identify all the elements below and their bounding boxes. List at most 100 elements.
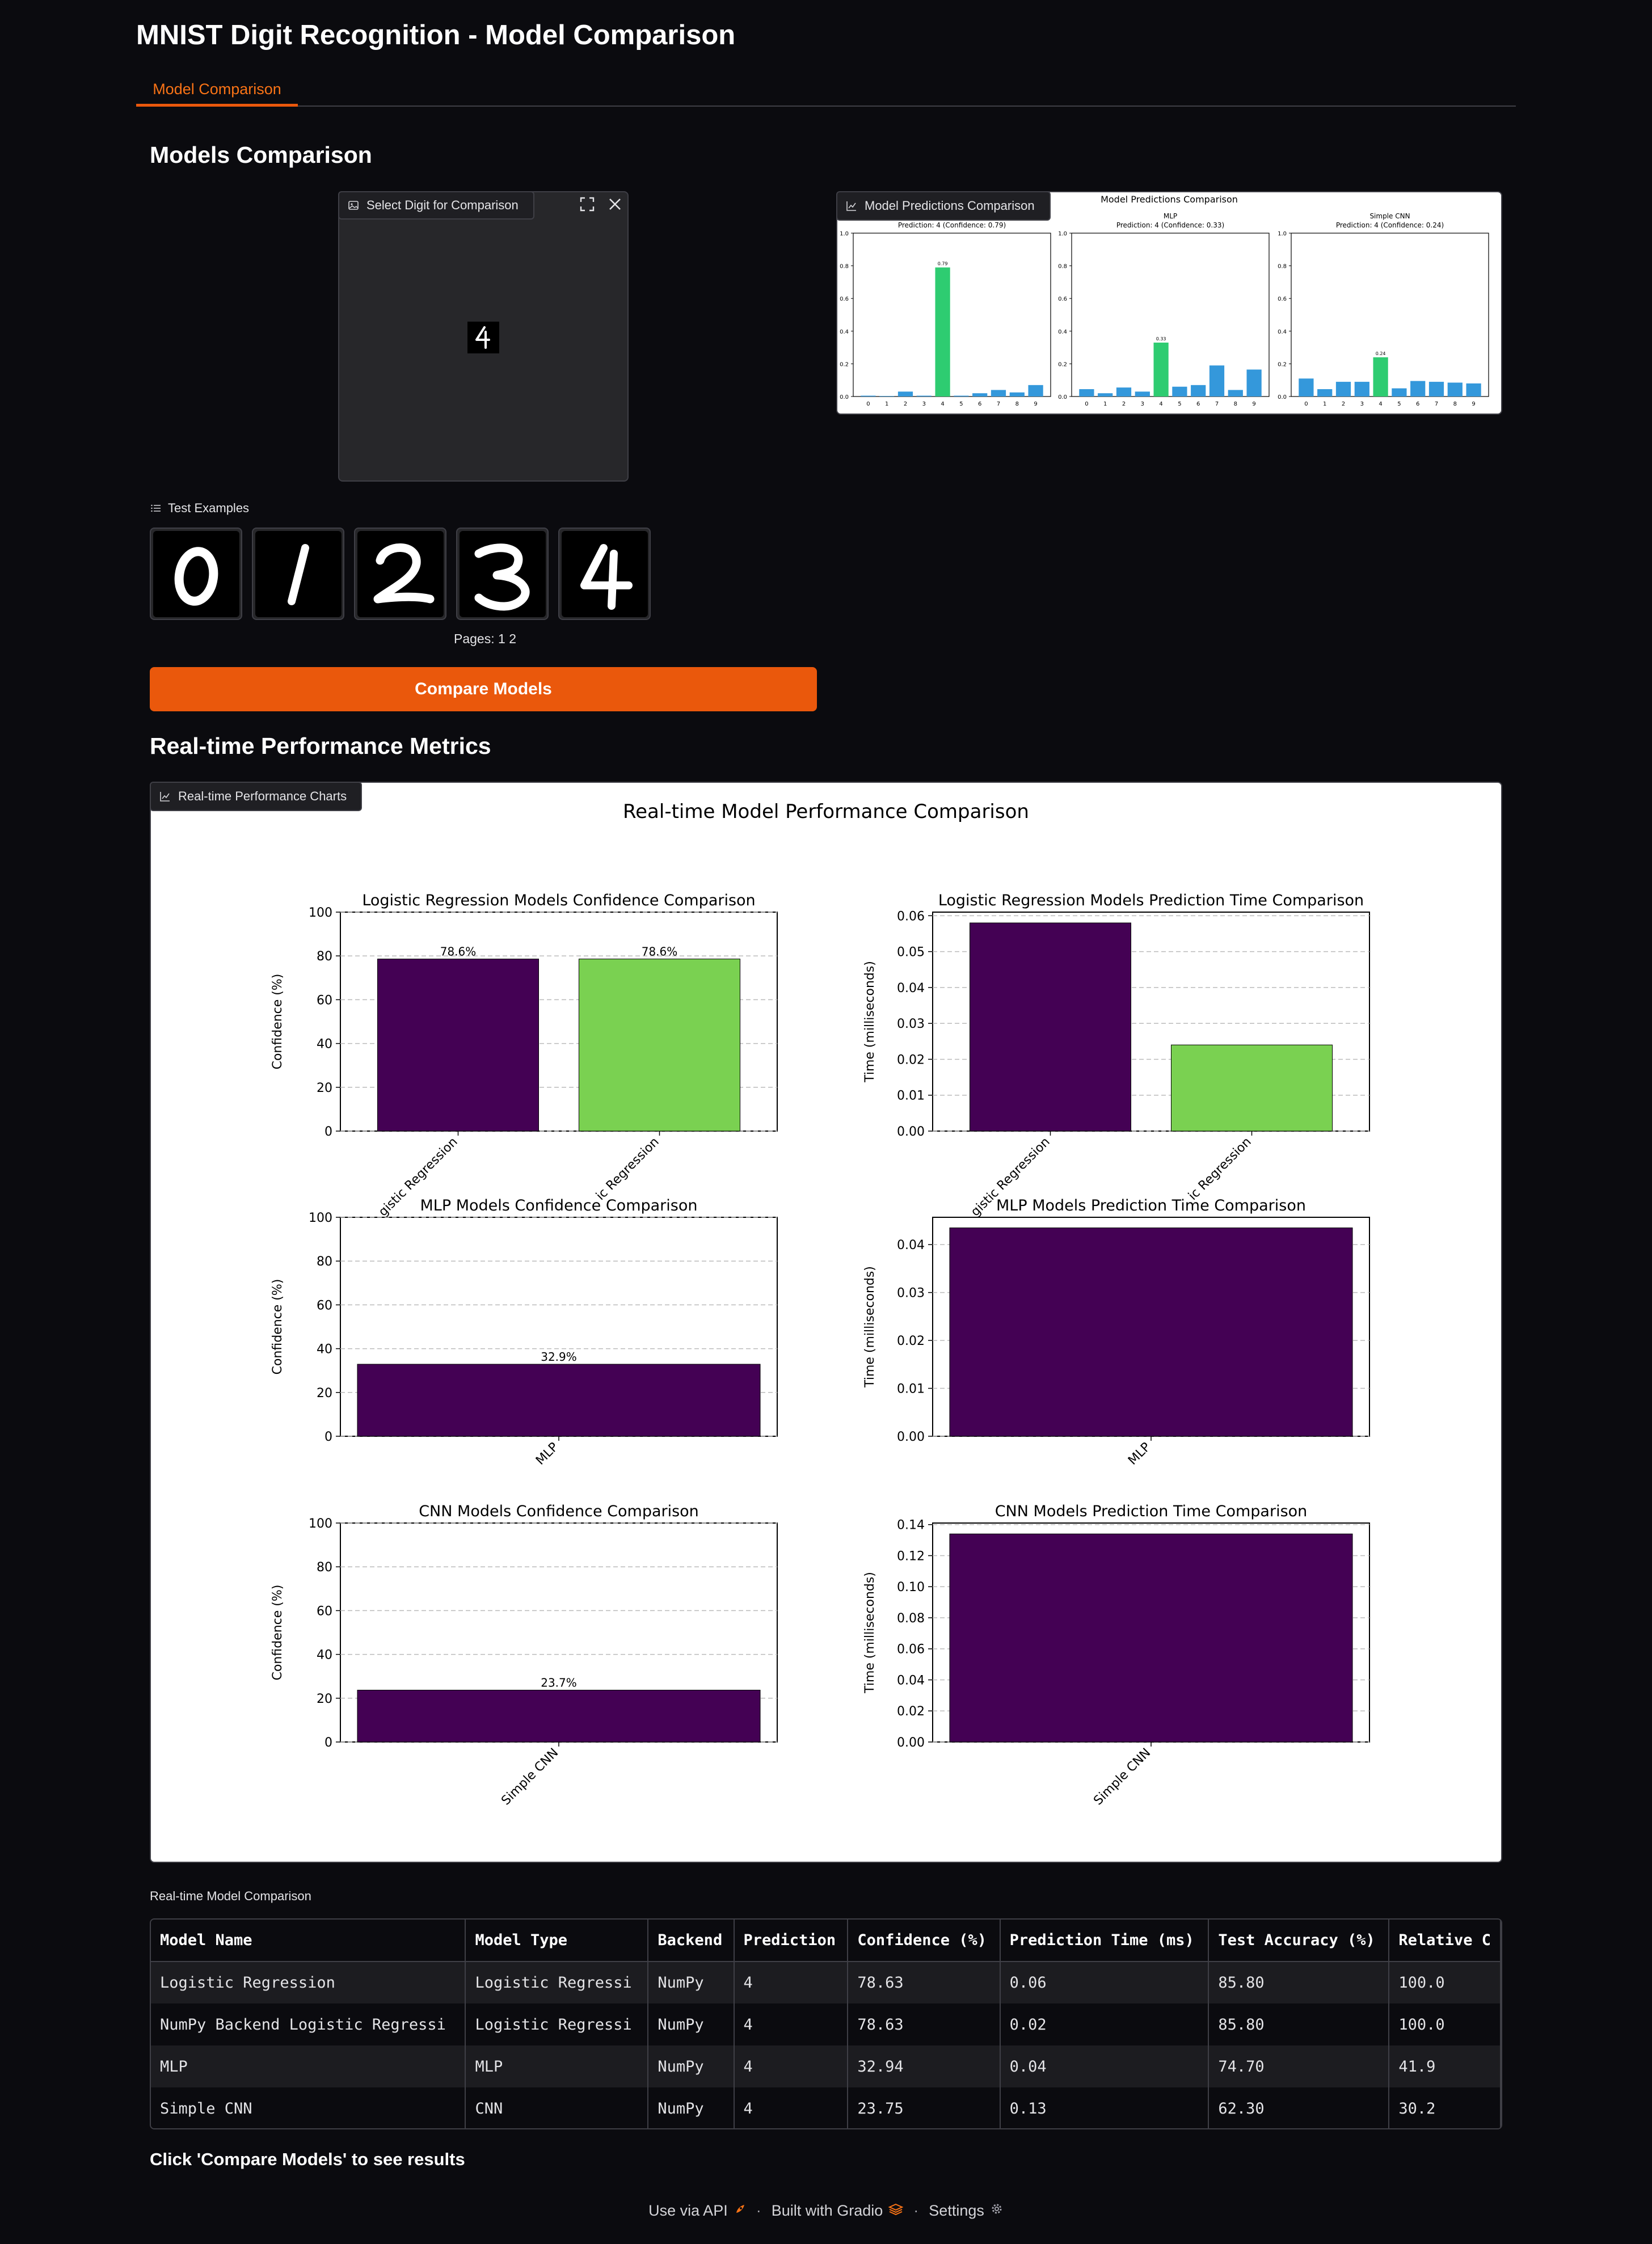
prob-bar: [1098, 393, 1113, 397]
table-cell[interactable]: MLP: [465, 2045, 649, 2087]
table-cell[interactable]: 4: [734, 1962, 849, 2003]
table-cell[interactable]: 41.9: [1389, 2045, 1501, 2087]
page-2-link[interactable]: 2: [509, 631, 516, 646]
rocket-icon: [734, 2202, 746, 2220]
example-thumb-2[interactable]: [354, 528, 446, 620]
y-tick-label: 100: [309, 1517, 332, 1531]
table-cell[interactable]: NumPy: [648, 2003, 735, 2045]
table-cell[interactable]: MLP: [151, 2045, 466, 2087]
y-tick-label: 80: [317, 1560, 332, 1575]
footer-separator: ·: [756, 2202, 761, 2219]
example-thumb-1[interactable]: [252, 528, 344, 620]
example-thumb-3[interactable]: [456, 528, 549, 620]
table-cell[interactable]: 78.63: [848, 2003, 1001, 2045]
table-header-cell[interactable]: Confidence (%): [848, 1920, 1001, 1962]
table-cell[interactable]: Logistic Regressi: [465, 1962, 649, 2003]
table-header-cell[interactable]: Relative C: [1389, 1920, 1501, 1962]
table-cell[interactable]: NumPy: [648, 2087, 735, 2128]
table-cell[interactable]: NumPy: [648, 2045, 735, 2087]
example-thumb-0[interactable]: [150, 528, 242, 620]
table-cell[interactable]: 78.63: [848, 1962, 1001, 2003]
y-axis-label: Confidence (%): [271, 1279, 285, 1375]
bar-value-label: 78.6%: [642, 945, 678, 959]
prob-bar: [1116, 387, 1132, 397]
table-cell[interactable]: 85.80: [1208, 1962, 1390, 2003]
pages-label: Pages:: [454, 631, 495, 646]
panel-subtitle: Prediction: 4 (Confidence: 0.79): [898, 221, 1006, 229]
table-cell[interactable]: 100.0: [1389, 2003, 1501, 2045]
table-header-cell[interactable]: Prediction Time (ms): [1000, 1920, 1210, 1962]
y-tick-label: 0.6: [1058, 296, 1067, 302]
compare-models-button[interactable]: Compare Models: [150, 667, 817, 711]
table-cell[interactable]: Simple CNN: [151, 2087, 466, 2128]
y-axis-label: Confidence (%): [271, 1585, 285, 1681]
table-cell[interactable]: 4: [734, 2045, 849, 2087]
table-header-cell[interactable]: Model Name: [151, 1920, 466, 1962]
digit-input-panel[interactable]: [338, 191, 629, 482]
x-tick-label: 1: [885, 401, 888, 407]
table-cell[interactable]: 62.30: [1208, 2087, 1390, 2128]
page-1-link[interactable]: 1: [498, 631, 505, 646]
prob-bar: [1191, 385, 1206, 397]
table-cell[interactable]: CNN: [465, 2087, 649, 2128]
bar-value-label: 23.7%: [541, 1676, 577, 1690]
y-tick-label: 100: [309, 1211, 332, 1225]
y-tick-label: 0.06: [897, 909, 925, 923]
table-cell[interactable]: 23.75: [848, 2087, 1001, 2128]
table-cell[interactable]: 30.2: [1389, 2087, 1501, 2128]
table-header-cell[interactable]: Backend: [648, 1920, 735, 1962]
table-cell[interactable]: 100.0: [1389, 1962, 1501, 2003]
y-tick-label: 0.04: [897, 1673, 925, 1688]
table-cell[interactable]: 0.02: [1000, 2003, 1210, 2045]
realtime-metrics-heading: Real-time Performance Metrics: [150, 733, 491, 759]
table-cell[interactable]: NumPy Backend Logistic Regressi: [151, 2003, 466, 2045]
predictions-plot-label-text: Model Predictions Comparison: [865, 199, 1035, 213]
y-tick-label: 0.2: [1278, 361, 1287, 368]
settings-link[interactable]: Settings: [929, 2202, 1004, 2220]
example-thumb-4[interactable]: [558, 528, 651, 620]
table-cell[interactable]: Logistic Regressi: [465, 2003, 649, 2045]
built-with-gradio-label: Built with Gradio: [771, 2202, 883, 2219]
table-cell[interactable]: 0.13: [1000, 2087, 1210, 2128]
panel-title: Logistic Regression Models Confidence Co…: [362, 892, 755, 909]
table-cell[interactable]: 4: [734, 2003, 849, 2045]
prob-bar: [1335, 382, 1351, 397]
prob-bar: [1172, 386, 1187, 397]
table-cell[interactable]: 32.94: [848, 2045, 1001, 2087]
table-cell[interactable]: NumPy: [648, 1962, 735, 2003]
table-header-cell[interactable]: Model Type: [465, 1920, 649, 1962]
chart-icon: [845, 200, 858, 212]
x-tick-label: 5: [1397, 401, 1401, 407]
digit-canvas[interactable]: [467, 322, 499, 353]
table-cell[interactable]: Logistic Regression: [151, 1962, 466, 2003]
y-tick-label: 0: [324, 1736, 332, 1750]
y-axis-label: Time (milliseconds): [863, 1266, 877, 1388]
x-tick-label: 0: [866, 401, 870, 407]
prob-bar: [1209, 365, 1225, 397]
table-cell[interactable]: 0.06: [1000, 1962, 1210, 2003]
x-tick-label: Simple CNN: [499, 1746, 561, 1808]
y-tick-label: 0.2: [840, 361, 849, 368]
use-via-api-link[interactable]: Use via API: [648, 2202, 746, 2220]
table-cell[interactable]: 0.04: [1000, 2045, 1210, 2087]
y-tick-label: 0: [324, 1125, 332, 1139]
y-tick-label: 0.4: [1058, 329, 1067, 335]
settings-label: Settings: [929, 2202, 984, 2219]
prob-bar: [991, 390, 1006, 397]
panel-subtitle: Prediction: 4 (Confidence: 0.24): [1336, 221, 1444, 229]
table-header-cell[interactable]: Prediction: [734, 1920, 849, 1962]
metric-bar: [357, 1364, 761, 1437]
tab-model-comparison[interactable]: Model Comparison: [136, 75, 298, 107]
built-with-gradio-link[interactable]: Built with Gradio: [772, 2202, 904, 2220]
x-tick-label: 4: [1159, 401, 1162, 407]
table-cell[interactable]: 74.70: [1208, 2045, 1390, 2087]
table-cell[interactable]: 4: [734, 2087, 849, 2128]
panel-frame: [853, 233, 1051, 397]
predictions-plot-panel: Model Predictions Comparison Prediction: …: [836, 191, 1502, 415]
fullscreen-icon[interactable]: [576, 193, 599, 216]
y-tick-label: 0.02: [897, 1334, 925, 1348]
table-cell[interactable]: 85.80: [1208, 2003, 1390, 2045]
close-icon[interactable]: [604, 193, 626, 216]
table-header-cell[interactable]: Test Accuracy (%): [1208, 1920, 1390, 1962]
y-tick-label: 80: [317, 950, 332, 964]
